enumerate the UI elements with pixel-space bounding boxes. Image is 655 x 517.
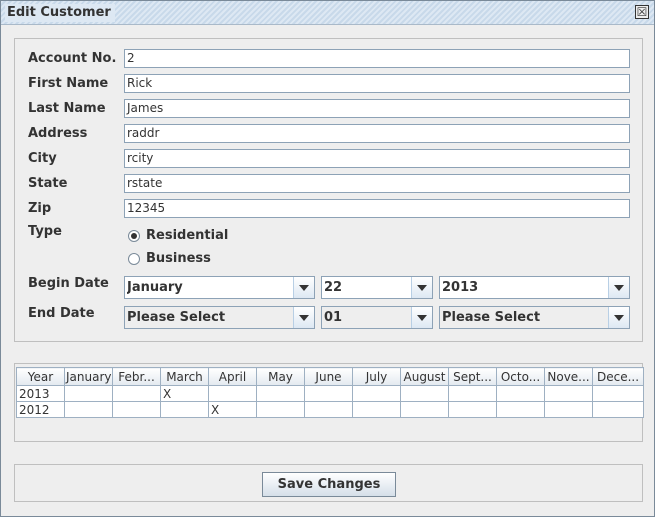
table-cell[interactable]: 2012 (16, 401, 65, 418)
table-row[interactable]: 2012 X (16, 401, 644, 418)
table-cell[interactable] (112, 401, 161, 418)
end-day-value: 01 (324, 310, 343, 325)
table-cell[interactable] (352, 401, 401, 418)
first-name-label: First Name (28, 76, 109, 91)
zip-label: Zip (28, 201, 52, 216)
schedule-table-panel: Year January Febr... March April May June July A… (14, 363, 644, 442)
table-cell[interactable] (256, 401, 305, 418)
begin-day-value: 22 (324, 280, 343, 295)
column-header[interactable]: Nove... (544, 367, 593, 386)
business-label: Business (146, 251, 211, 266)
table-cell[interactable] (592, 401, 644, 418)
state-field[interactable]: rstate (124, 174, 630, 193)
save-changes-button[interactable]: Save Changes (262, 472, 396, 497)
table-cell[interactable] (592, 385, 644, 402)
end-day-select[interactable]: 01 (321, 306, 433, 329)
radio-unselected-icon (128, 252, 140, 265)
chevron-down-icon[interactable] (411, 307, 432, 328)
chevron-down-icon[interactable] (293, 307, 314, 328)
address-field[interactable]: raddr (124, 124, 630, 143)
table-cell[interactable] (64, 385, 113, 402)
table-cell[interactable] (448, 385, 497, 402)
begin-month-value: January (127, 280, 183, 295)
table-cell[interactable] (352, 385, 401, 402)
table-cell[interactable] (304, 385, 353, 402)
column-header[interactable]: Sept... (448, 367, 497, 386)
end-date-label: End Date (28, 306, 95, 321)
table-cell[interactable] (496, 401, 545, 418)
table-cell[interactable] (112, 385, 161, 402)
edit-customer-dialog: Edit Customer ☒ Account No. 2 First Name… (0, 0, 655, 517)
table-cell[interactable]: X (208, 401, 257, 418)
end-year-value: Please Select (442, 310, 541, 325)
zip-field[interactable]: 12345 (124, 199, 630, 218)
column-header[interactable]: March (160, 367, 209, 386)
table-cell[interactable] (256, 385, 305, 402)
last-name-label: Last Name (28, 101, 106, 116)
residential-label: Residential (146, 228, 229, 243)
table-cell[interactable] (496, 385, 545, 402)
button-panel: Save Changes (14, 464, 643, 502)
column-header[interactable]: Year (16, 367, 65, 386)
column-header[interactable]: January (64, 367, 113, 386)
table-row[interactable]: 2013 X (16, 385, 644, 402)
residential-radio[interactable]: Residential (128, 228, 228, 243)
table-cell[interactable] (304, 401, 353, 418)
title-bar[interactable]: Edit Customer ☒ (1, 1, 654, 25)
account-no-label: Account No. (28, 51, 117, 66)
chevron-down-icon[interactable] (608, 307, 629, 328)
first-name-field[interactable]: Rick (124, 74, 630, 93)
table-cell[interactable] (64, 401, 113, 418)
radio-selected-icon (128, 229, 140, 242)
table-cell[interactable] (544, 385, 593, 402)
last-name-field[interactable]: James (124, 99, 630, 118)
column-header[interactable]: July (352, 367, 401, 386)
begin-year-select[interactable]: 2013 (439, 276, 630, 299)
begin-year-value: 2013 (442, 280, 479, 295)
table-cell[interactable] (400, 385, 449, 402)
city-field[interactable]: rcity (124, 149, 630, 168)
table-cell[interactable] (208, 385, 257, 402)
city-label: City (28, 151, 57, 166)
schedule-table[interactable]: Year January Febr... March April May June July A… (16, 367, 644, 418)
chevron-down-icon[interactable] (411, 277, 432, 298)
begin-day-select[interactable]: 22 (321, 276, 433, 299)
table-cell[interactable] (160, 401, 209, 418)
end-month-select[interactable]: Please Select (124, 306, 315, 329)
column-header[interactable]: August (400, 367, 449, 386)
table-cell[interactable] (544, 401, 593, 418)
business-radio[interactable]: Business (128, 251, 211, 266)
chevron-down-icon[interactable] (293, 277, 314, 298)
state-label: State (28, 176, 68, 191)
close-button[interactable]: ☒ (635, 5, 649, 19)
address-label: Address (28, 126, 88, 141)
type-label: Type (28, 224, 62, 239)
window-title: Edit Customer (5, 4, 115, 22)
table-cell[interactable] (400, 401, 449, 418)
account-no-field[interactable]: 2 (124, 49, 630, 68)
end-year-select[interactable]: Please Select (439, 306, 630, 329)
table-header-row: Year January Febr... March April May June July A… (16, 367, 644, 386)
column-header[interactable]: Dece... (592, 367, 644, 386)
begin-month-select[interactable]: January (124, 276, 315, 299)
table-cell[interactable] (448, 401, 497, 418)
column-header[interactable]: Octo... (496, 367, 545, 386)
column-header[interactable]: April (208, 367, 257, 386)
close-icon: ☒ (636, 5, 648, 19)
begin-date-label: Begin Date (28, 276, 109, 291)
customer-form-panel: Account No. 2 First Name Rick Last Name … (14, 38, 643, 342)
column-header[interactable]: June (304, 367, 353, 386)
column-header[interactable]: Febr... (112, 367, 161, 386)
table-cell[interactable]: X (160, 385, 209, 402)
chevron-down-icon[interactable] (608, 277, 629, 298)
table-cell[interactable]: 2013 (16, 385, 65, 402)
end-month-value: Please Select (127, 310, 226, 325)
column-header[interactable]: May (256, 367, 305, 386)
